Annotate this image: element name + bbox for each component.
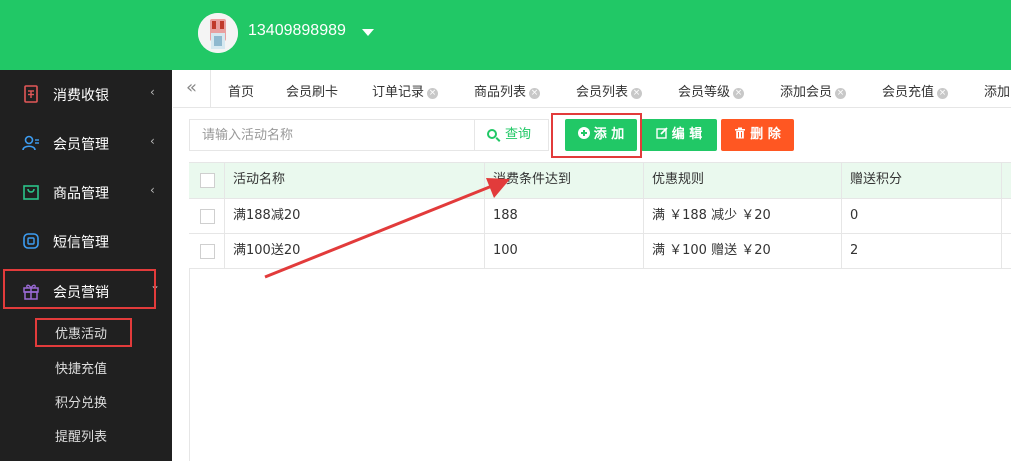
tab-label: 商品列表: [474, 85, 527, 100]
search-button[interactable]: 查询: [474, 119, 549, 151]
tab-home[interactable]: 首页: [228, 81, 254, 100]
delete-button[interactable]: 删 除: [721, 119, 794, 151]
edit-button[interactable]: 编 辑: [641, 119, 717, 151]
cell-name: 满100送20: [225, 234, 485, 268]
tab-close-icon[interactable]: ×: [733, 88, 745, 99]
column-header-rule[interactable]: 优惠规则: [644, 163, 842, 198]
select-all-checkbox[interactable]: [200, 173, 215, 188]
sidebar-item-products[interactable]: 商品管理 ‹: [0, 168, 172, 216]
header-checkbox-cell: [189, 163, 225, 198]
sidebar-item-label: 会员管理: [53, 137, 109, 153]
sidebar-subitem-quick-recharge[interactable]: 快捷充值: [55, 358, 107, 377]
user-avatar[interactable]: [198, 13, 238, 53]
sidebar-subitem-points-exchange[interactable]: 积分兑换: [55, 392, 107, 411]
search-button-label: 查询: [505, 127, 532, 142]
tab-close-icon[interactable]: ×: [631, 88, 643, 99]
cell-condition: 188: [485, 199, 644, 233]
chevron-left-icon: ‹: [150, 134, 155, 148]
users-icon: [22, 135, 39, 151]
tab-scroll-left-button[interactable]: «: [173, 70, 211, 107]
sidebar-subitem-reminders[interactable]: 提醒列表: [55, 426, 107, 445]
row-checkbox[interactable]: [200, 209, 215, 224]
sidebar-item-sms[interactable]: 短信管理: [0, 217, 172, 265]
tab-member-card[interactable]: 会员刷卡: [286, 81, 338, 100]
tab-label: 会员等级: [678, 85, 731, 100]
tab-label: 添加会员: [780, 85, 833, 100]
tab-label: 会员列表: [576, 85, 629, 100]
sidebar-item-label: 会员营销: [53, 285, 109, 301]
tab-close-icon[interactable]: ×: [835, 88, 847, 99]
tab-bar: « 首页 会员刷卡 订单记录 × 商品列表 × 会员列表 × 会员等级 × 添加会员 × …: [173, 70, 1011, 108]
cell-points: 0: [842, 199, 1002, 233]
user-dropdown-caret-icon[interactable]: [362, 29, 374, 36]
cell-points: 2: [842, 234, 1002, 268]
chevron-left-icon: ‹: [150, 85, 155, 99]
search-icon: [487, 129, 497, 139]
edit-icon: [656, 127, 668, 139]
tab-member-recharge[interactable]: 会员充值 ×: [882, 81, 949, 100]
cash-register-icon: [24, 85, 38, 103]
tab-label: 首页: [228, 85, 255, 100]
message-icon: [23, 233, 39, 249]
delete-button-label: 删 除: [750, 127, 781, 142]
column-header-points[interactable]: 赠送积分: [842, 163, 1002, 198]
tab-close-icon[interactable]: ×: [529, 88, 541, 99]
column-header-truncated[interactable]: i: [1002, 163, 1011, 198]
search-input[interactable]: [190, 120, 474, 150]
tab-add-truncated[interactable]: 添加: [984, 81, 1010, 100]
sidebar: 消费收银 ‹ 会员管理 ‹ 商品管理 ‹ 短信管理 会员营销 ⌄ 优惠活动 快捷…: [0, 70, 172, 461]
sidebar-item-label: 短信管理: [53, 235, 109, 251]
table-header: 活动名称 消费条件达到 优惠规则 赠送积分 i: [189, 162, 1011, 199]
add-button[interactable]: 添 加: [565, 119, 637, 151]
sidebar-item-label: 商品管理: [53, 186, 109, 202]
tab-member-levels[interactable]: 会员等级 ×: [678, 81, 745, 100]
column-header-name[interactable]: 活动名称: [225, 163, 485, 198]
row-checkbox[interactable]: [200, 244, 215, 259]
top-bar: 13409898989: [0, 0, 1011, 70]
sidebar-subitem-promotions[interactable]: 优惠活动: [55, 323, 107, 342]
tab-orders[interactable]: 订单记录 ×: [372, 81, 439, 100]
row-checkbox-cell: [189, 199, 225, 233]
cell-rule: 满 ￥188 减少 ￥20: [644, 199, 842, 233]
cell-truncated: [1002, 234, 1011, 268]
trash-icon: [735, 127, 746, 139]
sidebar-item-members[interactable]: 会员管理 ‹: [0, 119, 172, 167]
tab-add-member[interactable]: 添加会员 ×: [780, 81, 847, 100]
row-checkbox-cell: [189, 234, 225, 268]
tab-close-icon[interactable]: ×: [427, 88, 439, 99]
table-row[interactable]: 满100送20 100 满 ￥100 赠送 ￥20 2: [189, 234, 1011, 269]
sidebar-item-marketing[interactable]: 会员营销 ⌄: [0, 267, 172, 315]
add-button-label: 添 加: [593, 127, 625, 142]
cell-name: 满188减20: [225, 199, 485, 233]
tab-label: 会员充值: [882, 85, 935, 100]
search-field[interactable]: [189, 119, 474, 151]
chevron-left-icon: ‹: [150, 183, 155, 197]
table-row[interactable]: 满188减20 188 满 ￥188 减少 ￥20 0: [189, 199, 1011, 234]
sidebar-item-cashier[interactable]: 消费收银 ‹: [0, 70, 172, 118]
plus-circle-icon: [577, 127, 590, 139]
column-header-condition[interactable]: 消费条件达到: [485, 163, 644, 198]
shopping-bag-icon: [23, 185, 39, 200]
tab-product-list[interactable]: 商品列表 ×: [474, 81, 541, 100]
cell-condition: 100: [485, 234, 644, 268]
edit-button-label: 编 辑: [671, 127, 703, 142]
chevron-down-icon: ⌄: [150, 278, 161, 292]
cell-truncated: [1002, 199, 1011, 233]
tab-label: 订单记录: [372, 85, 425, 100]
tab-label: 添加: [984, 85, 1011, 100]
tab-label: 会员刷卡: [286, 85, 339, 100]
tab-member-list[interactable]: 会员列表 ×: [576, 81, 643, 100]
gift-icon: [23, 284, 39, 300]
cell-rule: 满 ￥100 赠送 ￥20: [644, 234, 842, 268]
username[interactable]: 13409898989: [248, 22, 346, 40]
sidebar-item-label: 消费收银: [53, 88, 109, 104]
tab-close-icon[interactable]: ×: [937, 88, 949, 99]
